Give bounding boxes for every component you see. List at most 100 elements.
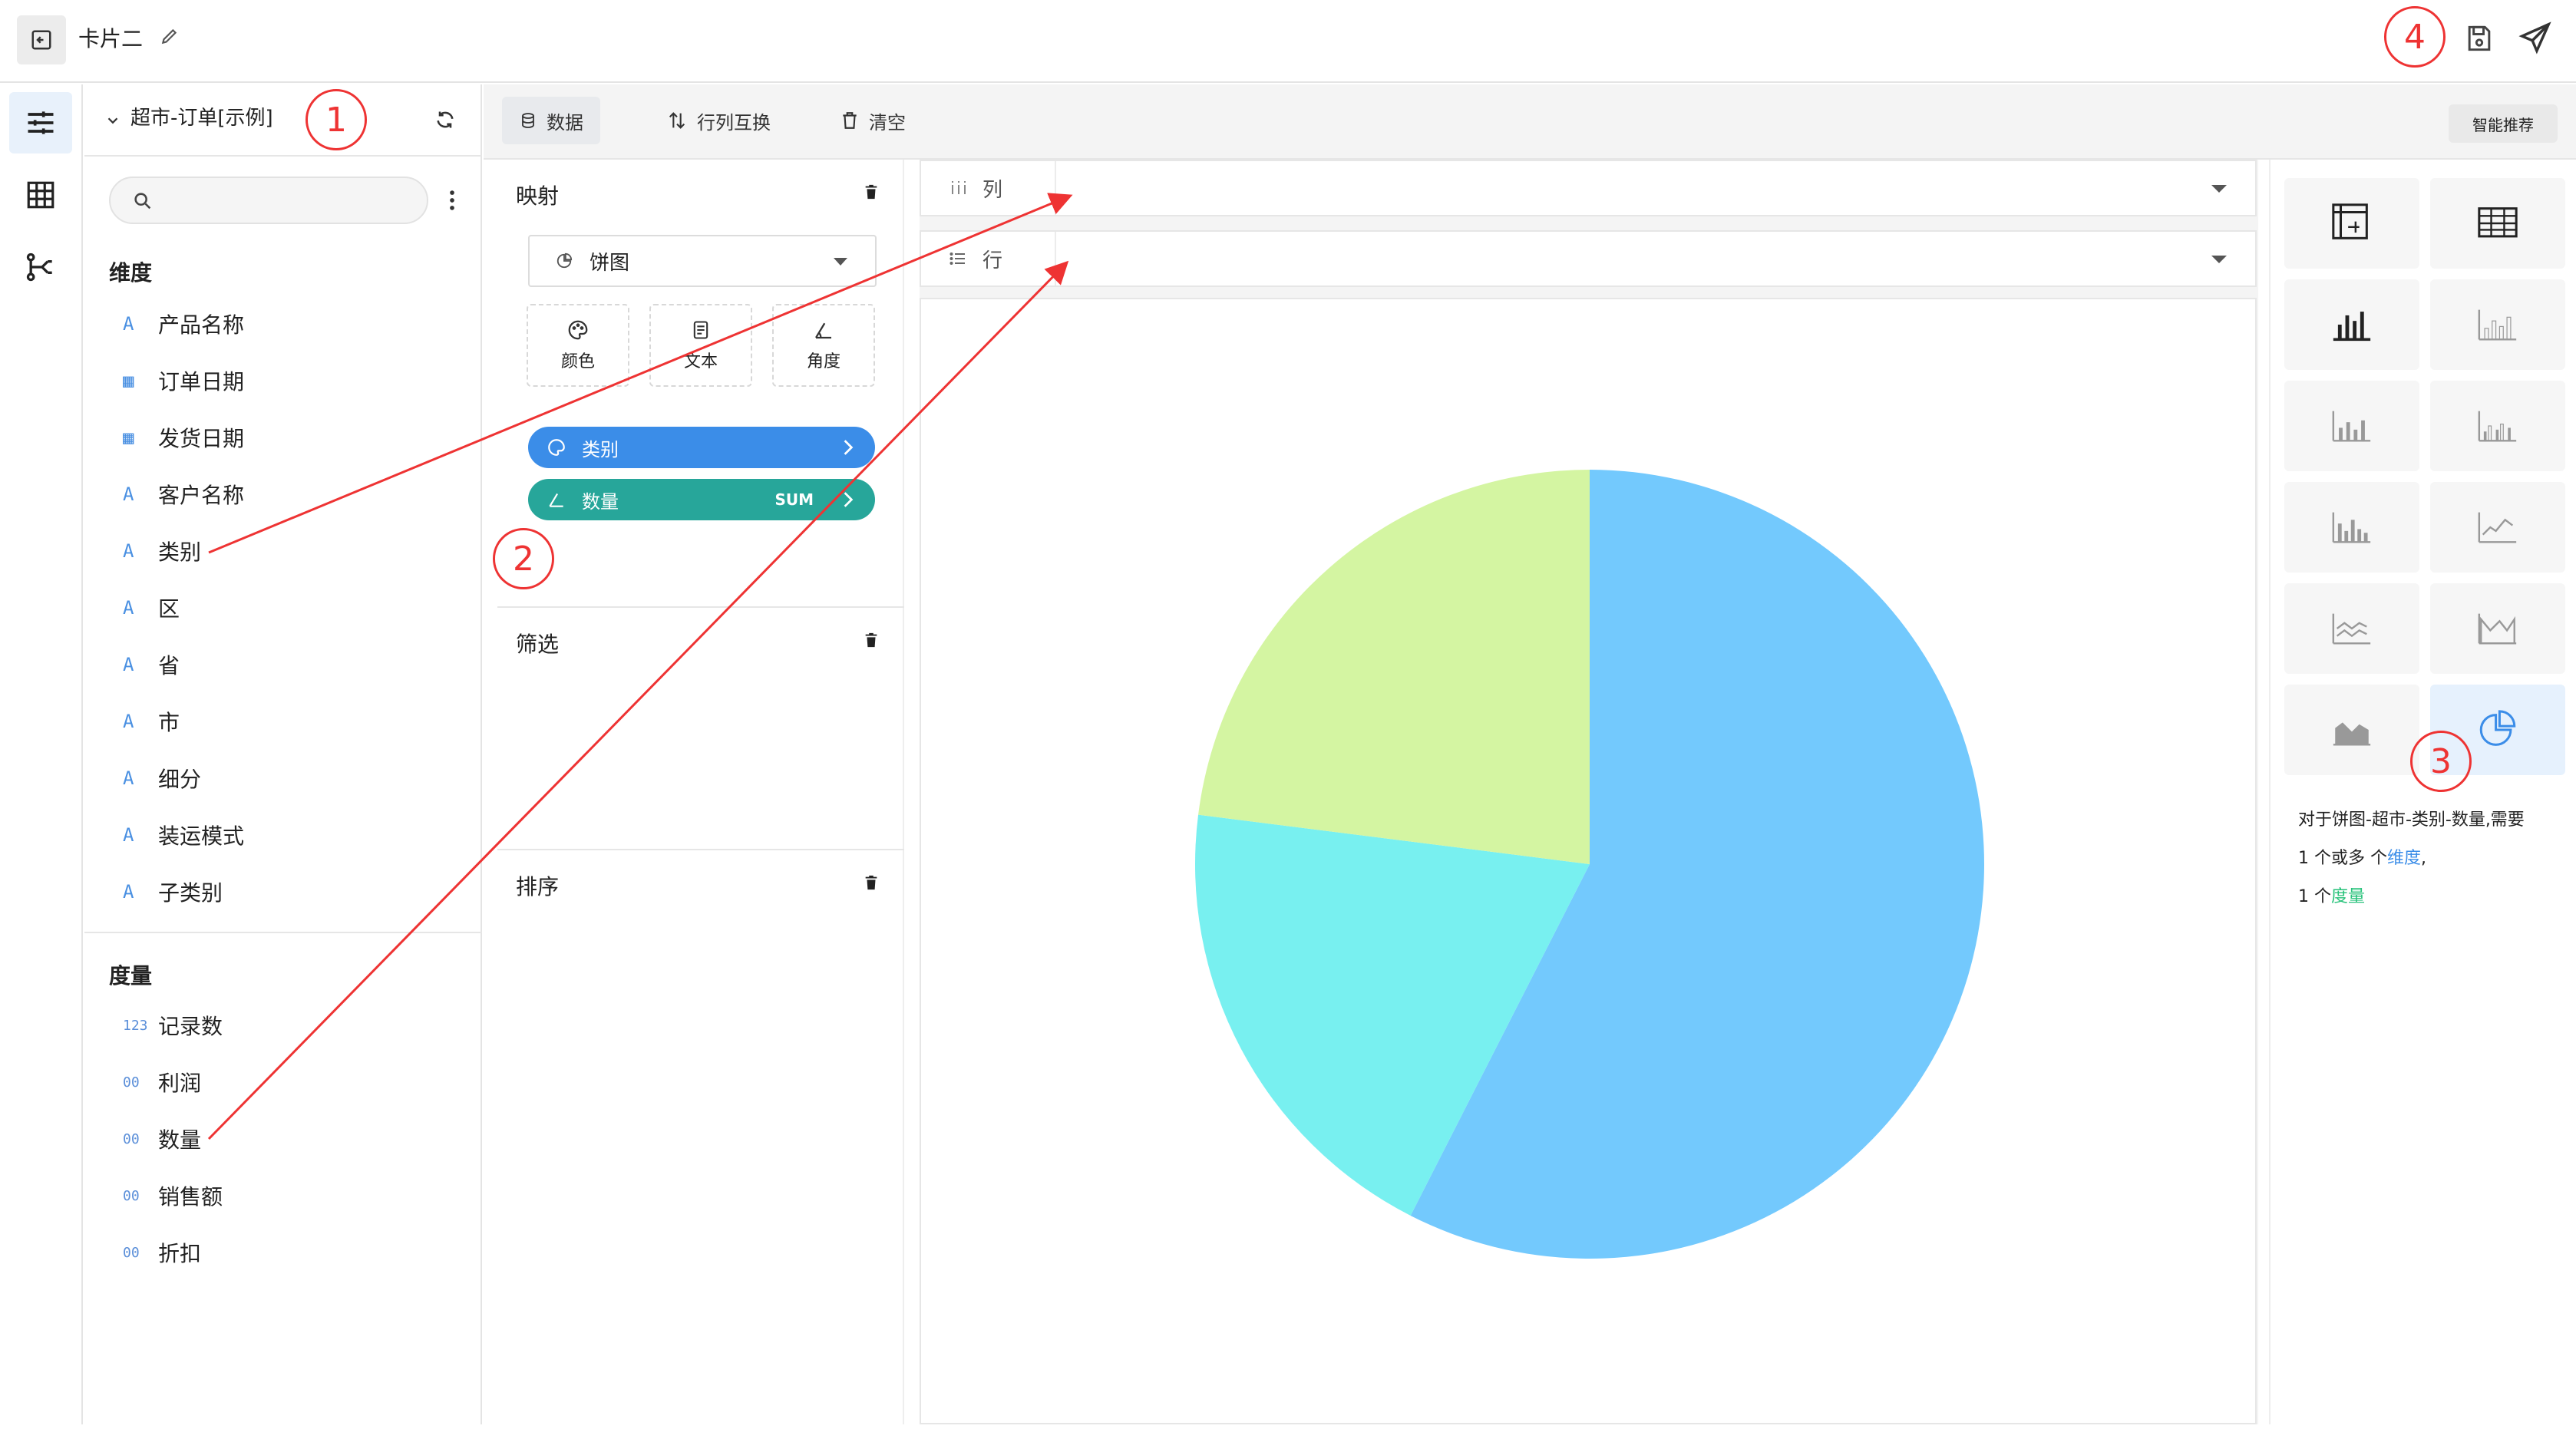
text-type-icon: A (123, 654, 134, 675)
back-button[interactable] (17, 15, 66, 64)
field-label: 装运模式 (158, 823, 245, 849)
chart-type-bar-chart[interactable] (2284, 279, 2419, 370)
more-icon[interactable] (447, 187, 457, 213)
field-label: 客户名称 (158, 483, 245, 508)
chart-type-multi-line[interactable] (2284, 583, 2419, 674)
chart-type-select[interactable]: 饼图 (528, 235, 877, 287)
measure-field[interactable]: 00 折扣 (123, 1231, 201, 1274)
area-chart-icon (2333, 722, 2371, 746)
measure-field[interactable]: 123 记录数 (123, 1004, 223, 1047)
dimension-field[interactable]: A省 (123, 643, 180, 686)
pie-small-icon (556, 252, 573, 269)
rail-settings[interactable] (9, 92, 72, 153)
chart-type-line-chart[interactable] (2430, 482, 2565, 573)
encoding-color-label: 颜色 (560, 352, 595, 371)
swap-button[interactable]: 行列互换 (649, 97, 788, 144)
datasource-name[interactable]: 超市-订单[示例] (130, 103, 273, 134)
encoding-color[interactable]: 颜色 (527, 304, 629, 387)
edit-title-icon[interactable] (160, 26, 180, 46)
angle-icon (549, 493, 563, 507)
dimension-field[interactable]: ▦ 发货日期 (123, 416, 244, 459)
chart-type-multi-bar[interactable] (2430, 381, 2565, 471)
pill-quantity[interactable]: 数量 SUM (528, 479, 875, 520)
text-type-icon: A (123, 767, 134, 789)
save-button[interactable] (2462, 21, 2496, 55)
rail-table[interactable] (9, 164, 72, 226)
divider (497, 606, 904, 608)
measure-field[interactable]: 00 销售额 (123, 1174, 223, 1217)
columns-shelf[interactable]: 列 (920, 160, 2257, 216)
field-label: 细分 (158, 767, 202, 792)
dimension-field[interactable]: A区 (123, 586, 180, 629)
search-icon (134, 193, 151, 210)
pill-category[interactable]: 类别 (528, 427, 875, 468)
number-type-icon: 00 (123, 1187, 140, 1204)
calendar-icon: ▦ (123, 427, 134, 448)
chart-type-area-line[interactable] (2430, 583, 2565, 674)
dimension-field[interactable]: A 装运模式 (123, 814, 244, 856)
text-type-icon: A (123, 881, 134, 903)
chart-type-area-chart[interactable] (2284, 685, 2419, 775)
number-type-icon: 00 (123, 1074, 140, 1091)
dimension-field[interactable]: A 产品名称 (123, 302, 244, 345)
encoding-angle[interactable]: 角度 (772, 304, 875, 387)
filter-trash-icon[interactable] (863, 631, 880, 649)
dimension-field[interactable]: ▦ 订单日期 (123, 359, 244, 402)
chart-type-histogram[interactable] (2284, 482, 2419, 573)
angle-icon (815, 322, 831, 339)
chart-type-pivot-table[interactable] (2284, 178, 2419, 269)
pie-chart[interactable] (921, 299, 2258, 1426)
line-chart-icon (2478, 512, 2517, 543)
field-label: 类别 (158, 540, 202, 565)
clear-button[interactable]: 清空 (823, 97, 923, 144)
chevron-right-icon (844, 492, 854, 507)
measure-field[interactable]: 00 数量 (123, 1117, 201, 1160)
grouped-bar-icon (2478, 309, 2517, 341)
measure-field[interactable]: 00 利润 (123, 1061, 201, 1104)
rows-shelf[interactable]: 行 (920, 230, 2257, 287)
list-icon (949, 252, 965, 265)
dimension-field[interactable]: A 类别 (123, 530, 201, 573)
trash-icon (843, 112, 857, 129)
filter-title: 筛选 (516, 632, 560, 657)
palette-icon (568, 320, 588, 340)
send-icon (2518, 21, 2551, 54)
sort-trash-icon[interactable] (863, 873, 880, 892)
rail-flow[interactable] (9, 236, 72, 298)
refresh-icon[interactable] (434, 109, 456, 130)
chart-container (920, 298, 2257, 1424)
text-type-icon: A (123, 483, 134, 505)
branch-icon (26, 252, 52, 282)
annotation-3: 3 (2410, 731, 2472, 792)
dimension-field[interactable]: A 客户名称 (123, 473, 244, 516)
table-icon (2478, 207, 2518, 238)
publish-button[interactable] (2518, 20, 2553, 55)
encoding-angle-label: 角度 (806, 352, 841, 371)
chart-type-value: 饼图 (590, 251, 630, 275)
palette-icon (548, 439, 565, 456)
text-type-icon: A (123, 711, 134, 732)
multi-bar-icon (2478, 411, 2517, 442)
chart-type-grouped-bar[interactable] (2430, 279, 2565, 370)
top-bar (0, 0, 2576, 83)
mapping-trash-icon[interactable] (863, 183, 880, 201)
annotation-2: 2 (493, 528, 554, 589)
dimension-field[interactable]: A 子类别 (123, 870, 223, 913)
dimension-field[interactable]: A市 (123, 700, 180, 743)
hint-text: 1 个或多 个 (2298, 849, 2387, 868)
save-icon (2468, 25, 2491, 51)
search-input[interactable] (109, 177, 428, 224)
sort-title: 排序 (516, 874, 560, 899)
text-type-icon: A (123, 313, 134, 335)
rows-label: 行 (983, 249, 1003, 272)
pie-slice[interactable] (1198, 470, 1590, 864)
data-tab[interactable]: 数据 (502, 97, 600, 144)
database-icon (522, 113, 534, 128)
chevron-down-icon[interactable] (104, 112, 121, 129)
chart-type-stacked-bar[interactable] (2284, 381, 2419, 471)
encoding-text[interactable]: 文本 (649, 304, 752, 387)
smart-recommend-button[interactable]: 智能推荐 (2449, 104, 2558, 143)
text-type-icon: A (123, 597, 134, 619)
chart-type-table[interactable] (2430, 178, 2565, 269)
dimension-field[interactable]: A 细分 (123, 757, 201, 800)
